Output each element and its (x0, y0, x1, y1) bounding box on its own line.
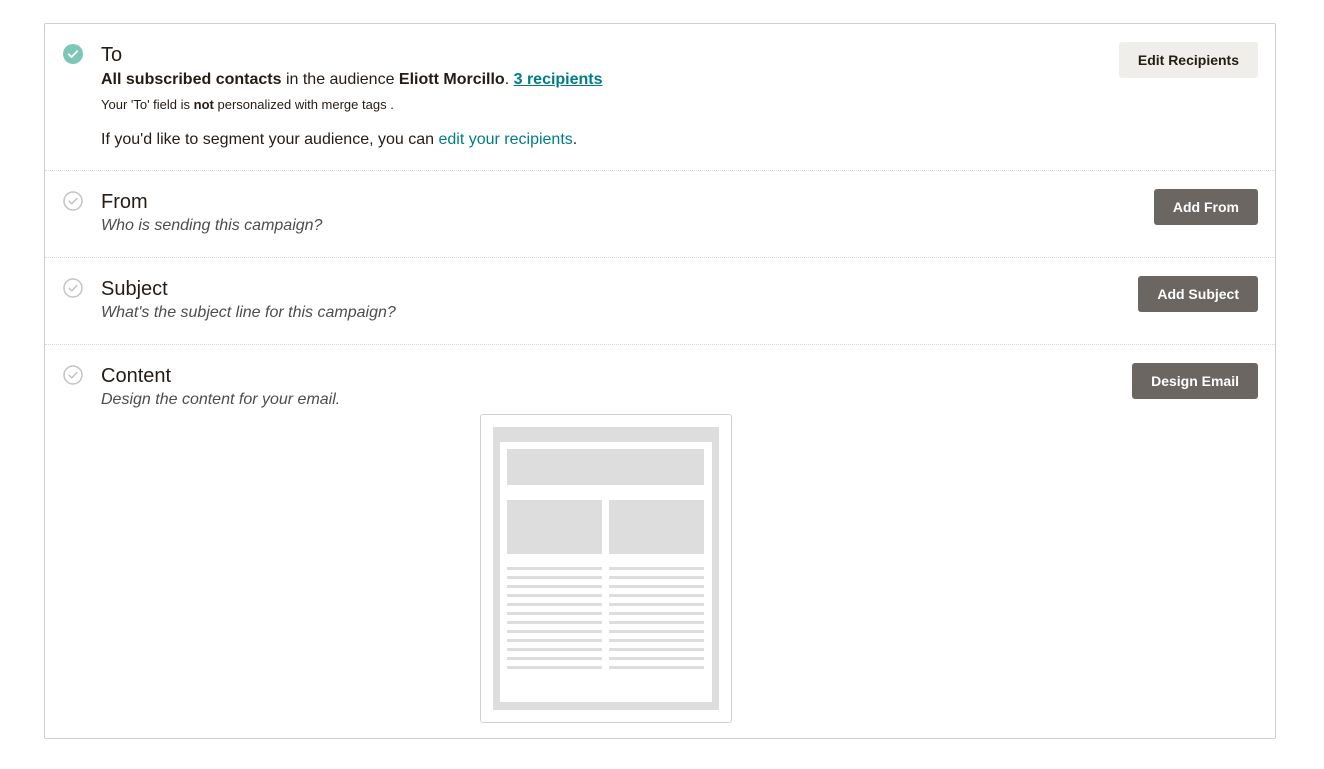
content-subtitle: Design the content for your email. (101, 391, 341, 408)
from-section: From Who is sending this campaign? Add F… (45, 171, 1275, 258)
content-section: Content Design the content for your emai… (45, 345, 1275, 739)
content-title: Content (101, 365, 172, 387)
edit-recipients-button[interactable]: Edit Recipients (1118, 42, 1258, 78)
edit-recipients-link[interactable]: edit your recipients (438, 131, 572, 148)
email-template-preview-icon (493, 427, 719, 710)
check-circle-outline-icon (63, 365, 83, 385)
to-title: To (101, 44, 123, 66)
subject-title: Subject (101, 278, 168, 300)
to-audience-summary: All subscribed contacts in the audience … (101, 70, 603, 90)
merge-note-not: not (193, 97, 214, 112)
segment-hint: If you'd like to segment your audience, … (101, 130, 577, 150)
to-audience-text: in the audience (281, 71, 399, 88)
check-circle-outline-icon (63, 278, 83, 298)
to-contacts-scope: All subscribed contacts (101, 71, 282, 88)
segment-hint-pre: If you'd like to segment your audience, … (101, 131, 439, 148)
check-circle-outline-icon (63, 191, 83, 211)
recipients-count-link[interactable]: 3 recipients (514, 71, 603, 88)
add-from-button[interactable]: Add From (1153, 189, 1258, 225)
segment-hint-post: . (572, 131, 578, 148)
subject-section: Subject What's the subject line for this… (45, 258, 1275, 345)
check-circle-filled-icon (63, 44, 83, 64)
from-subtitle: Who is sending this campaign? (101, 217, 323, 234)
to-section: To All subscribed contacts in the audien… (45, 24, 1275, 171)
to-separator: . (504, 71, 514, 88)
from-title: From (101, 191, 148, 213)
add-subject-button[interactable]: Add Subject (1138, 276, 1258, 312)
merge-tags-note: Your 'To' field is not personalized with… (101, 96, 394, 114)
audience-name: Eliott Morcillo (398, 71, 505, 88)
subject-subtitle: What's the subject line for this campaig… (101, 304, 396, 321)
merge-note-post: personalized with merge tags . (213, 97, 394, 112)
campaign-checklist: To All subscribed contacts in the audien… (44, 23, 1276, 739)
email-template-preview[interactable] (480, 414, 732, 723)
design-email-button[interactable]: Design Email (1132, 363, 1258, 399)
merge-note-pre: Your 'To' field is (101, 97, 194, 112)
